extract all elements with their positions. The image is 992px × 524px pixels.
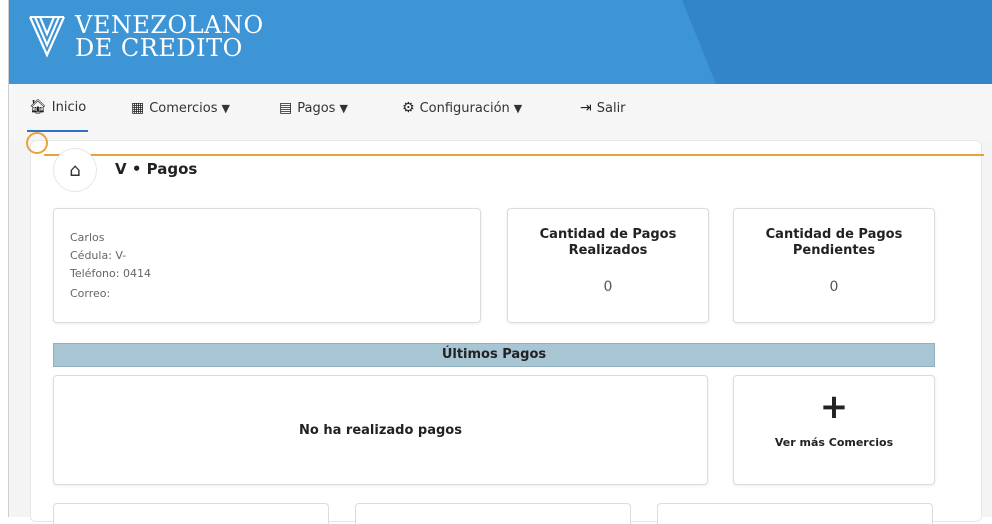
nav-item-configuracion[interactable]: ⚙ Configuración ▼ [402, 84, 522, 132]
brand-name: VENEZOLANO DE CREDITO [75, 13, 264, 62]
more-merchants-label: Ver más Comercios [774, 436, 894, 449]
profile-card: Carlos Cédula: V- Teléfono: 0414 Correo: [53, 208, 481, 323]
logo-emblem-icon [27, 14, 67, 58]
sign-out-icon: ⇥ [580, 100, 592, 116]
profile-name: Carlos [70, 231, 105, 244]
building-icon: ▦ [131, 100, 145, 116]
payments-made-card: Cantidad de Pagos Realizados 0 [507, 208, 709, 323]
header-shade [682, 0, 992, 84]
nav-label: Comercios [149, 100, 218, 116]
merchant-card[interactable] [53, 503, 329, 524]
breadcrumb-home-button[interactable]: ⌂ [53, 148, 97, 192]
nav-label: Configuración [419, 100, 510, 116]
nav-item-salir[interactable]: ⇥ Salir [580, 84, 626, 132]
stat-value: 0 [603, 279, 613, 295]
chevron-down-icon: ▼ [221, 101, 230, 115]
cog-icon: ⚙ [402, 100, 415, 116]
home-icon: ⌂ [69, 159, 81, 181]
nav-item-comercios[interactable]: ▦ Comercios ▼ [131, 84, 230, 132]
header-banner: VENEZOLANO DE CREDITO [9, 0, 992, 84]
invoice-icon: ▤ [279, 100, 293, 116]
merchant-card[interactable] [657, 503, 933, 524]
chevron-down-icon: ▼ [513, 101, 523, 115]
stat-value: 0 [829, 279, 839, 295]
nav-label: Inicio [51, 99, 87, 115]
annotation-callout-line [44, 154, 984, 156]
stat-title: Cantidad de Pagos Pendientes [765, 227, 903, 258]
brand-logo[interactable]: VENEZOLANO DE CREDITO [27, 13, 264, 62]
empty-message: No ha realizado pagos [299, 422, 462, 438]
profile-correo: Correo: [70, 287, 111, 300]
stat-title: Cantidad de Pagos Realizados [539, 227, 677, 258]
page-title: V • Pagos [115, 160, 198, 178]
more-merchants-button[interactable]: + Ver más Comercios [733, 375, 935, 485]
plus-icon: + [819, 387, 849, 427]
top-nav: 🏠︎ Inicio ▦ Comercios ▼ ▤ Pagos ▼ ⚙ Conf… [9, 84, 992, 142]
nav-item-pagos[interactable]: ▤ Pagos ▼ [279, 84, 348, 132]
profile-telefono: Teléfono: 0414 [70, 267, 151, 280]
profile-cedula: Cédula: V- [70, 249, 127, 262]
latest-payments-header: Últimos Pagos [53, 343, 935, 367]
nav-item-inicio[interactable]: 🏠︎ Inicio [27, 84, 89, 132]
nav-label: Pagos [297, 100, 336, 116]
home-icon: 🏠︎ [29, 99, 47, 115]
latest-payments-empty-card: No ha realizado pagos [53, 375, 708, 485]
merchant-card[interactable] [355, 503, 631, 524]
chevron-down-icon: ▼ [339, 101, 348, 115]
payments-pending-card: Cantidad de Pagos Pendientes 0 [733, 208, 935, 323]
nav-label: Salir [596, 100, 626, 116]
annotation-callout-circle [26, 132, 48, 154]
brand-line-2: DE CREDITO [75, 34, 243, 62]
